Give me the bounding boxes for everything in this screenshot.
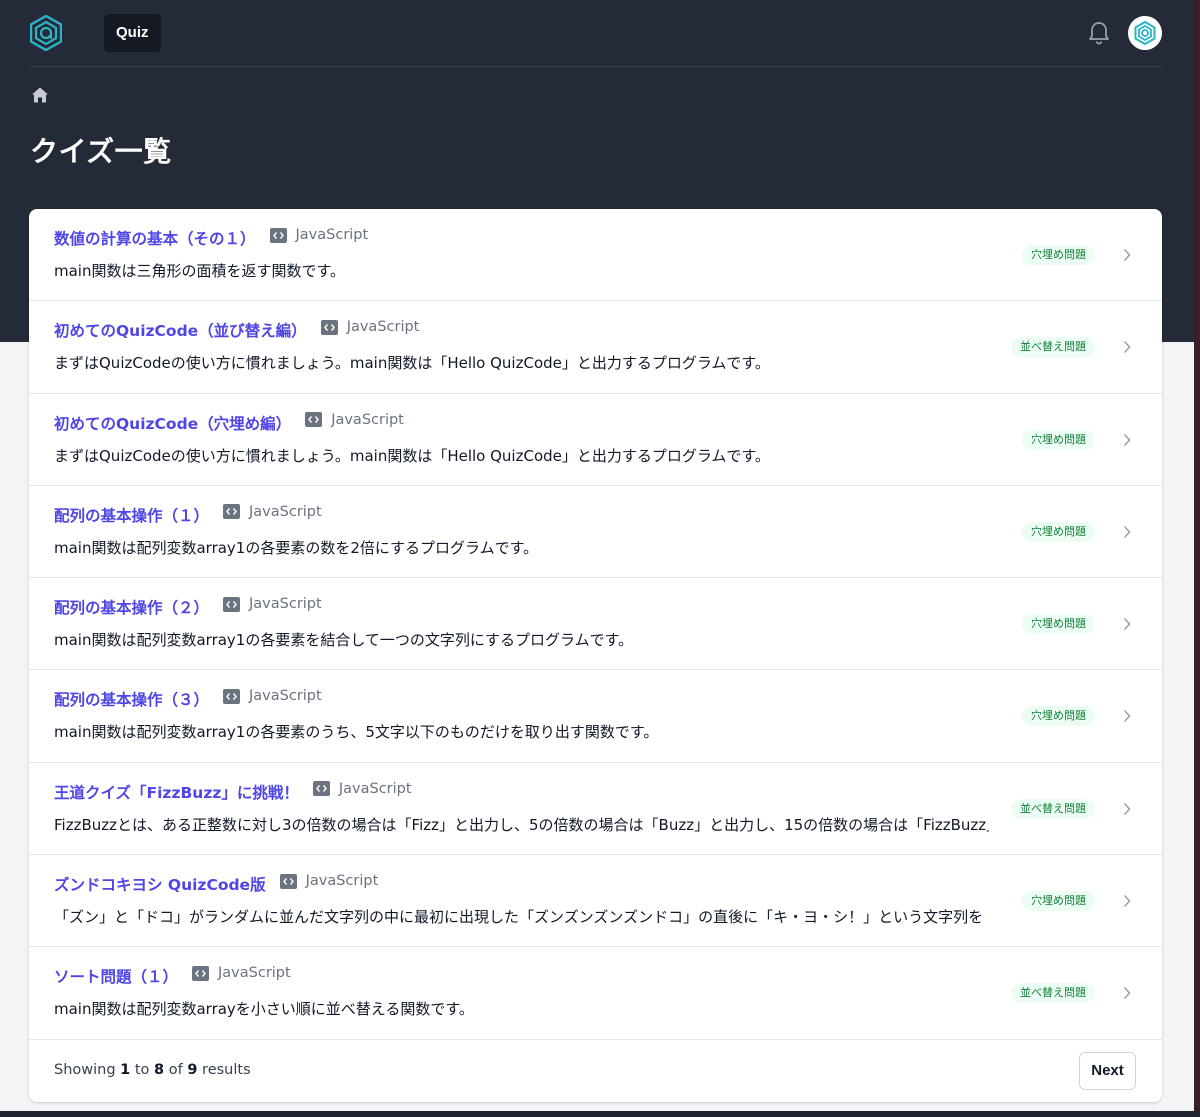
quiz-row[interactable]: 配列の基本操作（３） JavaScript main関数は配列変数array1の各要… — [29, 670, 1162, 763]
chevron-right-icon[interactable] — [1122, 247, 1132, 263]
quiz-title-line: 配列の基本操作（２） JavaScript — [54, 596, 322, 618]
code-icon — [320, 319, 338, 335]
range-from: 1 — [120, 1062, 131, 1078]
quiz-row[interactable]: 配列の基本操作（２） JavaScript main関数は配列変数array1の各要… — [29, 578, 1162, 671]
quiz-title-line: 配列の基本操作（１） JavaScript — [54, 504, 322, 526]
quiz-title-line: 初めてのQuizCode（穴埋め編） JavaScript — [54, 412, 404, 434]
quiz-description: main関数は配列変数array1の各要素を結合して一つの文字列にするプログラム… — [54, 631, 634, 650]
quiz-title-line: ソート問題（１） JavaScript — [54, 965, 291, 987]
quiz-language: JavaScript — [249, 596, 322, 613]
quiz-language: JavaScript — [295, 227, 369, 243]
quiz-type-badge: 穴埋め問題 — [1022, 706, 1095, 727]
chevron-right-icon[interactable] — [1122, 985, 1132, 1001]
chevron-right-icon[interactable] — [1122, 524, 1132, 540]
results-summary: Showing 1 to 8 of 9 results — [54, 1062, 251, 1078]
next-button[interactable]: Next — [1079, 1052, 1136, 1090]
quiz-description: まずはQuizCodeの使い方に慣れましょう。main関数は「Hello Qui… — [54, 354, 770, 373]
quiz-language: JavaScript — [346, 319, 420, 336]
quiz-type-badge: 並べ替え問題 — [1011, 798, 1095, 819]
quiz-row[interactable]: 初めてのQuizCode（穴埋め編） JavaScript まずはQuizCodeの… — [29, 394, 1162, 486]
range-to: 8 — [154, 1062, 165, 1078]
code-icon — [223, 688, 241, 704]
of-label: of — [168, 1062, 183, 1078]
quiz-title-link[interactable]: 配列の基本操作（１） — [54, 504, 209, 526]
quiz-language: JavaScript — [249, 503, 322, 520]
pagination-footer: Showing 1 to 8 of 9 results Next — [29, 1040, 1162, 1102]
top-nav: Quiz — [29, 0, 1162, 67]
code-icon — [269, 227, 287, 243]
page-title: クイズ一覧 — [30, 135, 172, 168]
quiz-row[interactable]: ズンドコキヨシ QuizCode版 JavaScript 「ズン」と「ドコ」がランダ… — [29, 855, 1162, 948]
results-label: results — [202, 1062, 251, 1078]
quiz-list-card: 数値の計算の基本（その１） JavaScript main関数は三角形の面積を返す関… — [29, 209, 1162, 1102]
quiz-title-line: 数値の計算の基本（その１） JavaScript — [54, 227, 368, 249]
code-icon — [223, 504, 241, 520]
bell-icon[interactable] — [1087, 20, 1111, 46]
quiz-title-link[interactable]: 配列の基本操作（２） — [54, 596, 209, 618]
chevron-right-icon[interactable] — [1122, 893, 1132, 909]
quiz-type-badge: 穴埋め問題 — [1022, 245, 1095, 265]
quiz-language: JavaScript — [218, 965, 291, 982]
quiz-row[interactable]: 初めてのQuizCode（並び替え編） JavaScript まずはQuizCode… — [29, 301, 1162, 394]
results-total: 9 — [187, 1062, 198, 1078]
quiz-title-line: 王道クイズ「FizzBuzz」に挑戦！ JavaScript — [54, 781, 412, 803]
quiz-type-badge: 並べ替え問題 — [1011, 337, 1095, 358]
chevron-right-icon[interactable] — [1122, 339, 1132, 355]
quiz-type-badge: 穴埋め問題 — [1022, 891, 1095, 912]
quiz-type-badge: 穴埋め問題 — [1022, 429, 1095, 450]
quiz-row[interactable]: ソート問題（１） JavaScript main関数は配列変数arrayを小さい順に… — [29, 947, 1162, 1040]
quiz-language: JavaScript — [338, 780, 412, 797]
chevron-right-icon[interactable] — [1122, 801, 1132, 817]
quiz-row[interactable]: 数値の計算の基本（その１） JavaScript main関数は三角形の面積を返す関… — [29, 209, 1162, 302]
quiz-title-line: ズンドコキヨシ QuizCode版 JavaScript — [54, 873, 378, 895]
logo-icon[interactable] — [29, 14, 63, 52]
code-icon — [279, 873, 297, 889]
code-icon — [305, 412, 323, 428]
home-icon[interactable] — [31, 86, 49, 104]
quiz-title-line: 初めてのQuizCode（並び替え編） JavaScript — [54, 319, 419, 341]
quiz-description: FizzBuzzとは、ある正整数に対し3の倍数の場合は「Fizz」と出力し、5の… — [54, 815, 989, 834]
quiz-title-link[interactable]: ズンドコキヨシ QuizCode版 — [54, 873, 266, 895]
quiz-language: JavaScript — [249, 688, 322, 705]
quiz-row[interactable]: 王道クイズ「FizzBuzz」に挑戦！ JavaScript FizzBuzzとは、… — [29, 763, 1162, 856]
quiz-title-link[interactable]: 数値の計算の基本（その１） — [54, 227, 256, 249]
quiz-title-link[interactable]: 初めてのQuizCode（穴埋め編） — [54, 412, 291, 434]
quiz-title-link[interactable]: ソート問題（１） — [54, 965, 178, 987]
quiz-type-badge: 並べ替え問題 — [1011, 983, 1095, 1004]
chevron-right-icon[interactable] — [1122, 616, 1132, 632]
quiz-type-badge: 穴埋め問題 — [1022, 521, 1095, 542]
quiz-description: まずはQuizCodeの使い方に慣れましょう。main関数は「Hello Qui… — [54, 446, 770, 465]
code-icon — [312, 781, 330, 797]
quiz-description: main関数は配列変数array1の各要素のうち、5文字以下のものだけを取り出す… — [54, 723, 659, 742]
quiz-title-link[interactable]: 初めてのQuizCode（並び替え編） — [54, 319, 307, 341]
quiz-description: 「ズン」と「ドコ」がランダムに並んだ文字列の中に最初に出現した「ズンズンズンズン… — [54, 908, 984, 927]
quiz-language: JavaScript — [331, 411, 404, 428]
quiz-title-link[interactable]: 配列の基本操作（３） — [54, 688, 209, 710]
showing-label: Showing — [54, 1062, 116, 1078]
quiz-title-link[interactable]: 王道クイズ「FizzBuzz」に挑戦！ — [54, 781, 299, 803]
quiz-description: main関数は三角形の面積を返す関数です。 — [54, 262, 345, 280]
quiz-row[interactable]: 配列の基本操作（１） JavaScript main関数は配列変数array1の各要… — [29, 486, 1162, 579]
quiz-description: main関数は配列変数array1の各要素の数を2倍にするプログラムです。 — [54, 538, 539, 557]
avatar-icon[interactable] — [1128, 16, 1162, 50]
quiz-description: main関数は配列変数arrayを小さい順に並べ替える関数です。 — [54, 1000, 474, 1019]
quiz-language: JavaScript — [305, 873, 379, 890]
quiz-title-line: 配列の基本操作（３） JavaScript — [54, 688, 322, 710]
code-icon — [223, 596, 241, 612]
code-icon — [192, 965, 210, 981]
window-edge-bottom — [0, 1111, 1200, 1117]
chevron-right-icon[interactable] — [1122, 708, 1132, 724]
chevron-right-icon[interactable] — [1122, 432, 1132, 448]
quiz-type-badge: 穴埋め問題 — [1022, 614, 1095, 635]
nav-tab-quiz[interactable]: Quiz — [104, 14, 161, 52]
window-edge — [1194, 0, 1200, 1117]
to-label: to — [134, 1062, 150, 1078]
